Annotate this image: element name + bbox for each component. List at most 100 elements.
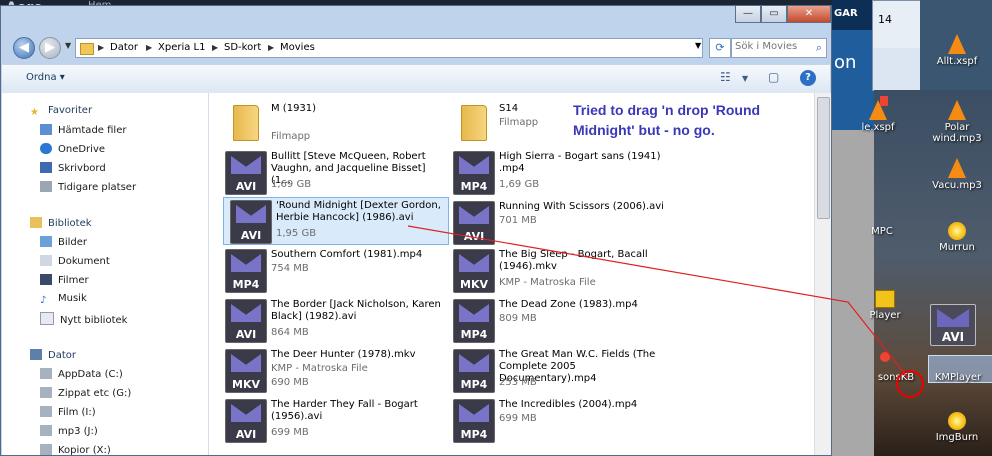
chevron-right-icon[interactable]: ▶: [268, 43, 274, 52]
annotation-line-1: Tried to drag 'n drop 'Round: [573, 102, 761, 118]
help-icon[interactable]: ?: [800, 70, 816, 86]
chevron-right-icon[interactable]: ▶: [146, 43, 152, 52]
list-item-southern-comfort[interactable]: MP4 Southern Comfort (1981).mp4 754 MB: [219, 247, 445, 295]
video-file-icon: AVI: [230, 200, 272, 244]
nav-item-label: Skrivbord: [58, 163, 106, 174]
nav-item-label: Nytt bibliotek: [60, 315, 128, 326]
file-name: The Incredibles (2004).mp4: [499, 399, 638, 410]
nav-libraries[interactable]: Bibliotek: [30, 217, 92, 233]
nav-item-label: Tidigare platser: [58, 182, 137, 193]
desktop-icon-allt-xspf[interactable]: Allt.xspf: [926, 34, 988, 67]
recent-places-icon: [40, 181, 52, 192]
list-item-harder-they-fall[interactable]: AVI The Harder They Fall - Bogart (1956)…: [219, 397, 445, 445]
chevron-right-icon[interactable]: ▶: [98, 43, 104, 52]
nav-item-music[interactable]: ♪ Musik: [40, 293, 87, 309]
cloud-icon: [40, 143, 52, 154]
desktop-icon-label: KMPlayer: [934, 372, 982, 383]
search-input[interactable]: [735, 41, 809, 52]
list-item-round-midnight[interactable]: AVI 'Round Midnight [Dexter Gordon, Herb…: [223, 197, 449, 245]
forward-button[interactable]: ▶: [39, 37, 61, 59]
address-dropdown[interactable]: ▼: [695, 41, 701, 50]
desktop-icon-le-xspf[interactable]: le.xspf: [858, 100, 898, 133]
nav-item-drive-j[interactable]: mp3 (J:): [40, 425, 98, 441]
file-size: 699 MB: [499, 413, 537, 424]
file-name: Running With Scissors (2006).avi: [499, 201, 664, 212]
refresh-button[interactable]: ⟳: [709, 38, 731, 58]
nav-item-new-library[interactable]: Nytt bibliotek: [40, 312, 127, 328]
desktop-icon-kmplayer[interactable]: KMPlayer: [928, 372, 988, 383]
list-item-bullitt[interactable]: AVI Bullitt [Steve McQueen, Robert Vaugh…: [219, 149, 445, 197]
vlc-cone-icon: [948, 158, 966, 178]
nav-item-recent-places[interactable]: Tidigare platser: [40, 181, 136, 197]
list-item-the-border[interactable]: AVI The Border [Jack Nicholson, Karen Bl…: [219, 297, 445, 345]
nav-item-downloads[interactable]: Hämtade filer: [40, 124, 126, 140]
drive-icon: [40, 368, 52, 379]
desktop-icon-mpc[interactable]: MPC: [864, 226, 900, 237]
nav-libraries-label: Bibliotek: [48, 218, 92, 229]
desktop-icon-murrun[interactable]: Murrun: [926, 222, 988, 253]
file-size: 690 MB: [271, 377, 309, 388]
desktop-icon-imgburn[interactable]: ImgBurn: [926, 412, 988, 443]
documents-icon: [40, 255, 52, 266]
list-item-running-with-scissors[interactable]: AVI Running With Scissors (2006).avi 701…: [447, 199, 673, 247]
preview-pane-icon[interactable]: ▢: [768, 70, 779, 84]
list-item-high-sierra[interactable]: MP4 High Sierra - Bogart sans (1941) .mp…: [447, 149, 673, 197]
file-type: Filmapp: [499, 117, 539, 128]
nav-favorites[interactable]: ★ Favoriter: [30, 105, 92, 121]
nav-item-videos[interactable]: Filmer: [40, 274, 89, 290]
desktop-icon-vacu[interactable]: Vacu.mp3: [926, 158, 988, 191]
vertical-scrollbar[interactable]: [814, 93, 831, 455]
breadcrumb-xperia[interactable]: Xperia L1: [158, 42, 205, 53]
breadcrumb-dator[interactable]: Dator: [110, 42, 138, 53]
desktop-icon-label: Polar wind.mp3: [932, 122, 982, 144]
list-item-deer-hunter[interactable]: MKV The Deer Hunter (1978).mkv KMP - Mat…: [219, 347, 445, 395]
nav-item-documents[interactable]: Dokument: [40, 255, 110, 271]
desktop-icon-polar-wind[interactable]: Polar wind.mp3: [926, 100, 988, 144]
list-item-great-man[interactable]: MP4 The Great Man W.C. Fields (The Compl…: [447, 347, 673, 395]
scrollbar-thumb[interactable]: [817, 97, 830, 219]
video-file-icon: AVI: [225, 399, 267, 443]
window-caption-buttons: — ▭ ✕: [735, 6, 831, 24]
breadcrumb-movies[interactable]: Movies: [280, 42, 315, 53]
nav-item-desktop[interactable]: Skrivbord: [40, 162, 106, 178]
list-item-incredibles[interactable]: MP4 The Incredibles (2004).mp4 699 MB: [447, 397, 673, 445]
nav-item-drive-i[interactable]: Film (I:): [40, 406, 96, 422]
nav-computer[interactable]: Dator: [30, 349, 76, 365]
video-file-icon: MP4: [453, 151, 495, 195]
video-file-icon: AVI: [225, 151, 267, 195]
nav-item-drive-c[interactable]: AppData (C:): [40, 368, 123, 384]
search-icon[interactable]: ⌕: [816, 41, 822, 55]
organize-button[interactable]: Ordna ▾: [26, 72, 65, 83]
minimize-button[interactable]: —: [735, 6, 761, 23]
view-options-icon[interactable]: ☷: [720, 70, 731, 84]
breadcrumb-sd-kort[interactable]: SD-kort: [224, 42, 261, 53]
desktop-icon-label: ImgBurn: [935, 432, 979, 443]
background-web-page-nav: GAR: [834, 8, 858, 19]
nav-item-label: mp3 (J:): [58, 426, 98, 437]
vlc-cone-icon: [948, 34, 966, 54]
recent-pages-dropdown[interactable]: ▼: [65, 41, 71, 50]
library-icon: [30, 217, 42, 228]
nav-item-onedrive[interactable]: OneDrive: [40, 143, 105, 159]
back-button[interactable]: ◀: [13, 37, 35, 59]
list-item-big-sleep[interactable]: MKV The Big Sleep - Bogart, Bacall (1946…: [447, 247, 673, 295]
list-item-dead-zone[interactable]: MP4 The Dead Zone (1983).mp4 809 MB: [447, 297, 673, 345]
command-bar: Ordna ▾ ☷ ▼ ▢ ?: [2, 64, 830, 94]
file-size: 699 MB: [271, 427, 309, 438]
nav-item-pictures[interactable]: Bilder: [40, 236, 87, 252]
video-file-icon: MP4: [225, 249, 267, 293]
search-box[interactable]: ⌕: [731, 38, 827, 58]
file-list: M (1931) Filmapp AVI Bullitt [Steve McQu…: [209, 93, 814, 455]
nav-item-drive-x[interactable]: Kopior (X:): [40, 444, 111, 455]
nav-item-label: Zippat etc (G:): [58, 388, 132, 399]
close-button[interactable]: ✕: [787, 6, 831, 23]
view-dropdown-icon[interactable]: ▼: [742, 74, 748, 83]
address-bar[interactable]: ▶ Dator ▶ Xperia L1 ▶ SD-kort ▶ Movies: [75, 38, 703, 58]
list-item-folder-m[interactable]: M (1931) Filmapp: [219, 101, 445, 149]
file-name: The Deer Hunter (1978).mkv: [271, 349, 416, 360]
desktop-icon-player[interactable]: Player: [860, 290, 910, 321]
maximize-button[interactable]: ▭: [761, 6, 787, 23]
nav-item-drive-g[interactable]: Zippat etc (G:): [40, 387, 131, 403]
kmplayer-icon: [875, 290, 895, 308]
chevron-right-icon[interactable]: ▶: [212, 43, 218, 52]
